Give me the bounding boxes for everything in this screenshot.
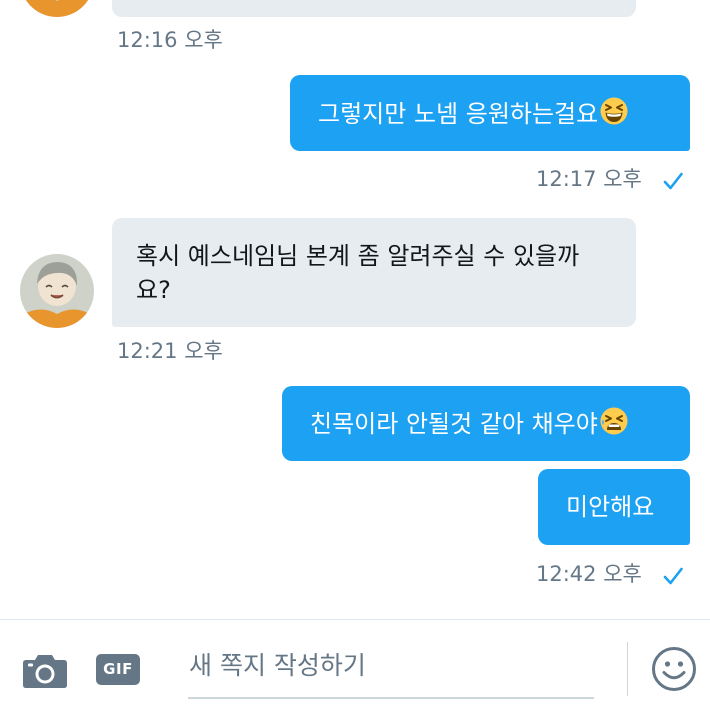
avatar[interactable] bbox=[20, 0, 94, 17]
message-timestamp: 12:17 오후 bbox=[536, 167, 642, 191]
camera-icon[interactable] bbox=[22, 653, 68, 689]
dm-conversation: 12:16 오후 그렇지만 노넴 응원하는걸요 12:17 오후 혹시 예스네임… bbox=[0, 0, 710, 711]
message-text: 친목이라 안될것 같아 채우야 bbox=[310, 410, 598, 438]
read-check-icon bbox=[663, 567, 683, 585]
read-check-icon bbox=[663, 172, 683, 190]
gif-button[interactable]: GIF bbox=[96, 654, 140, 685]
avatar[interactable] bbox=[20, 254, 94, 328]
message-timestamp: 12:42 오후 bbox=[536, 562, 642, 586]
message-timestamp: 12:16 오후 bbox=[117, 28, 223, 52]
message-input[interactable]: 새 쪽지 작성하기 bbox=[189, 650, 366, 682]
message-text: 미안해요 bbox=[566, 493, 655, 521]
message-text: 혹시 예스네임님 본계 좀 알려주실 수 있을까요? bbox=[136, 242, 580, 304]
message-bubble-incoming[interactable]: 혹시 예스네임님 본계 좀 알려주실 수 있을까요? bbox=[112, 218, 636, 327]
message-bubble-outgoing[interactable]: 친목이라 안될것 같아 채우야 bbox=[282, 386, 690, 461]
message-composer: GIF 새 쪽지 작성하기 bbox=[0, 619, 710, 711]
message-bubble-outgoing[interactable]: 미안해요 bbox=[538, 469, 690, 545]
message-text: 그렇지만 노넴 응원하는걸요 bbox=[318, 100, 599, 128]
message-bubble-incoming[interactable] bbox=[112, 0, 636, 17]
input-underline bbox=[188, 697, 594, 699]
composer-divider bbox=[627, 642, 628, 696]
message-timestamp: 12:21 오후 bbox=[117, 339, 223, 363]
smiley-icon[interactable] bbox=[651, 646, 697, 692]
tired-face-icon bbox=[600, 407, 628, 435]
message-bubble-outgoing[interactable]: 그렇지만 노넴 응원하는걸요 bbox=[290, 75, 690, 151]
grinning-squinting-face-icon bbox=[600, 97, 628, 125]
